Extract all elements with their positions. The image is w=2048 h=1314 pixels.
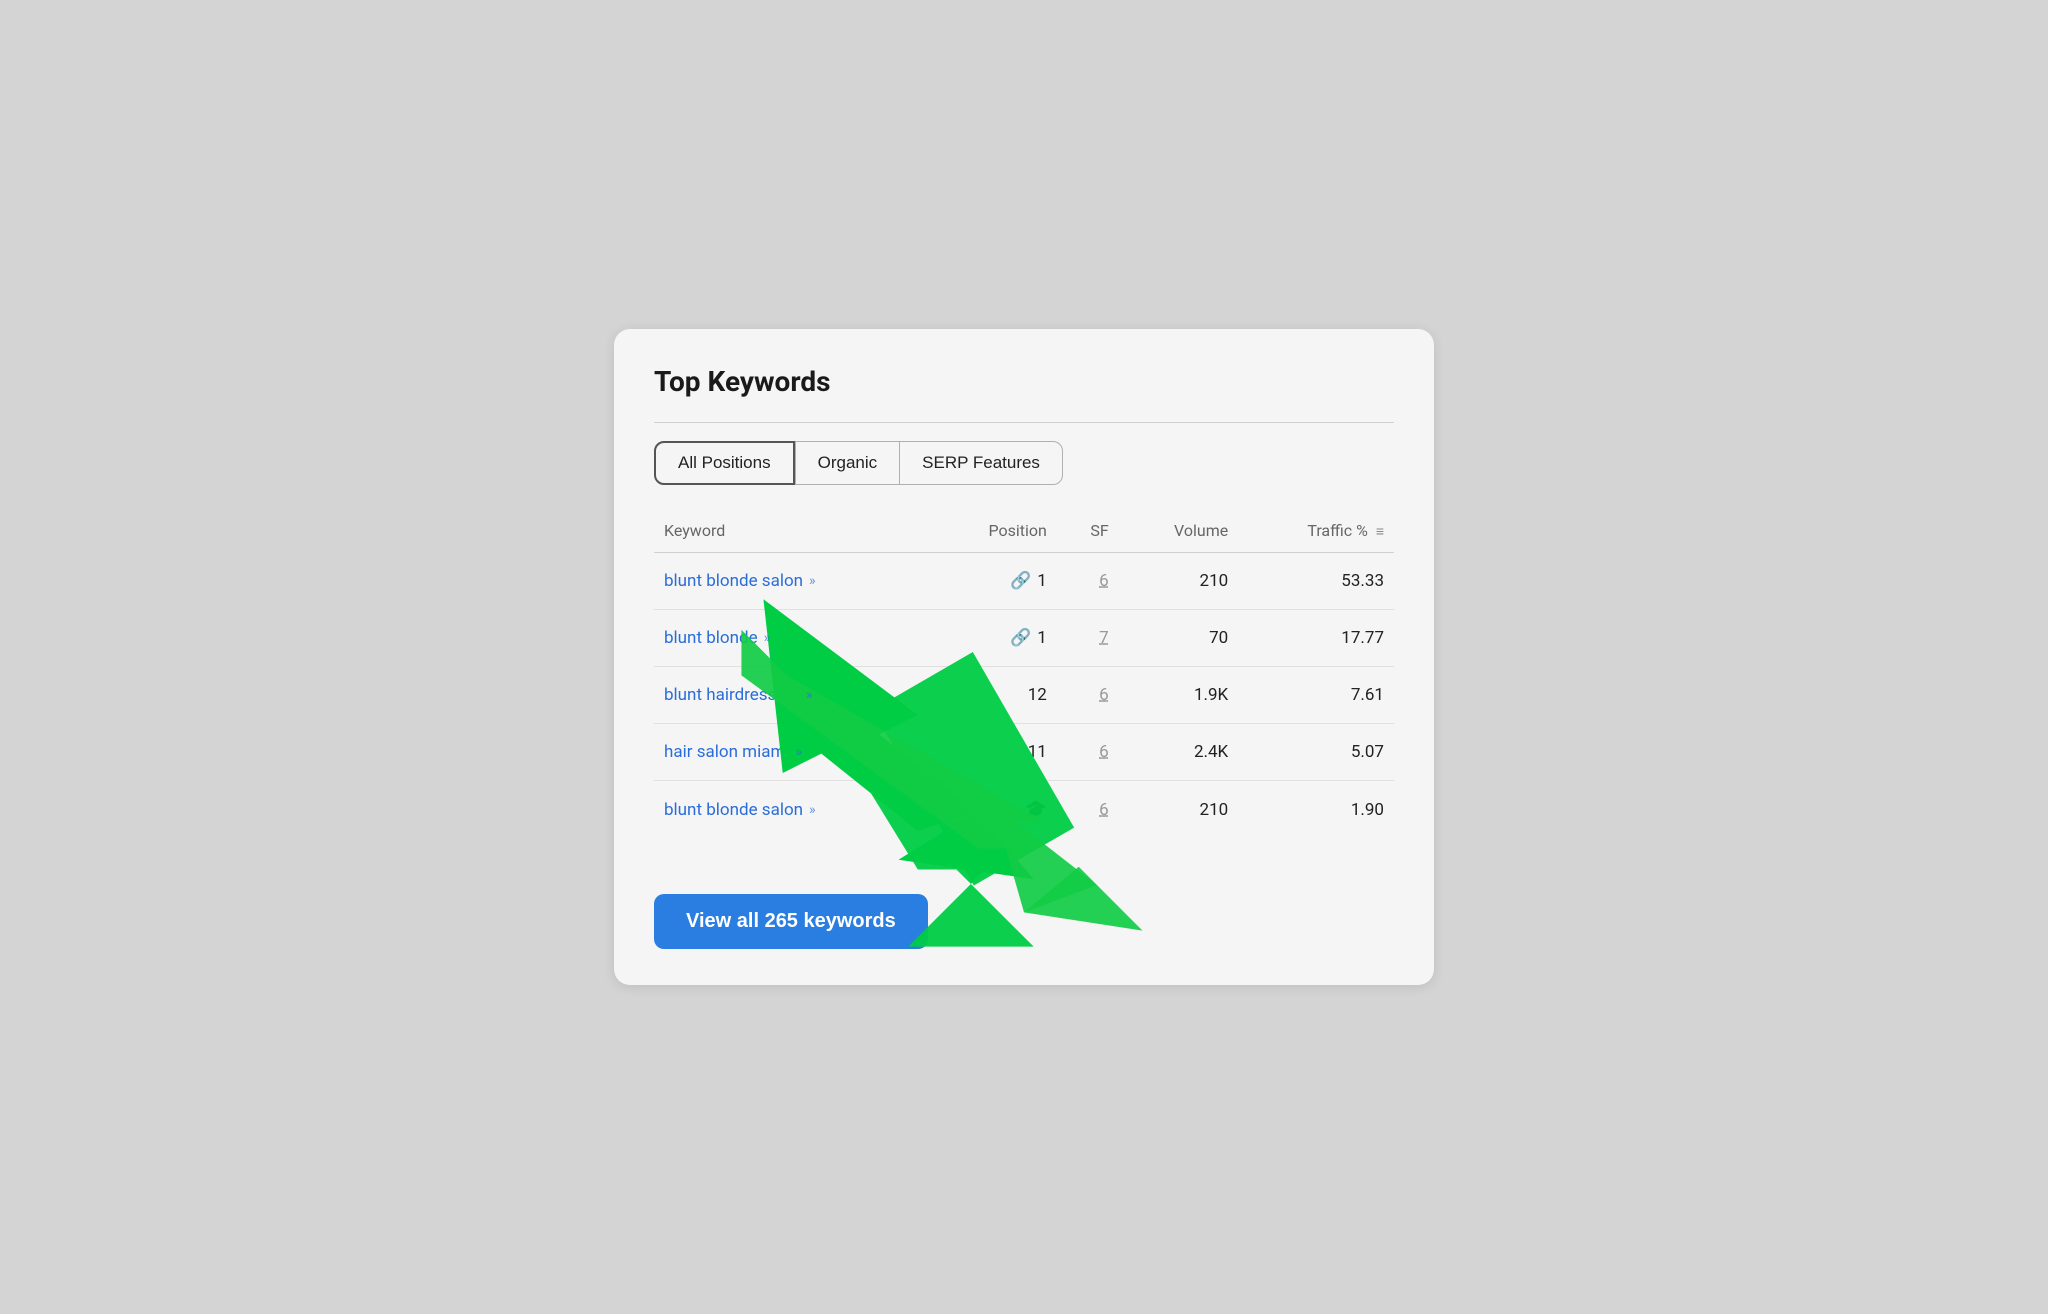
- volume-cell: 70: [1119, 610, 1239, 667]
- keyword-cell: hair salon miami »: [654, 724, 931, 781]
- table-row: blunt blonde salon » 🔗 1 6 210 53.33: [654, 553, 1394, 610]
- tab-all-positions[interactable]: All Positions: [654, 441, 795, 485]
- graduation-cap-icon: 🎓: [1024, 799, 1046, 820]
- traffic-cell: 53.33: [1238, 553, 1394, 610]
- position-cell: 12: [931, 667, 1057, 724]
- table-row: blunt hairdressers » 12 6 1.9K 7.61: [654, 667, 1394, 724]
- link-icon: 🔗: [1010, 571, 1031, 591]
- sf-cell: 6: [1057, 781, 1119, 839]
- col-header-keyword: Keyword: [654, 513, 931, 553]
- keywords-table: Keyword Position SF Volume Traffic % ≡ b…: [654, 513, 1394, 838]
- keyword-cell: blunt blonde salon »: [654, 553, 931, 610]
- chevron-icon: »: [809, 802, 816, 818]
- filter-icon[interactable]: ≡: [1376, 523, 1384, 540]
- traffic-cell: 17.77: [1238, 610, 1394, 667]
- header-divider: [654, 422, 1394, 423]
- table-row: blunt blonde salon » 🎓 6 210 1.90: [654, 781, 1394, 839]
- view-all-keywords-button[interactable]: View all 265 keywords: [654, 894, 928, 949]
- chevron-icon: »: [764, 630, 771, 646]
- sf-cell: 6: [1057, 553, 1119, 610]
- position-cell: 11: [931, 724, 1057, 781]
- chevron-icon: »: [806, 687, 813, 703]
- position-cell: 🎓: [931, 781, 1057, 839]
- volume-cell: 210: [1119, 781, 1239, 839]
- traffic-cell: 5.07: [1238, 724, 1394, 781]
- volume-cell: 1.9K: [1119, 667, 1239, 724]
- link-icon: 🔗: [1010, 628, 1031, 648]
- col-header-position: Position: [931, 513, 1057, 553]
- tab-serp-features[interactable]: SERP Features: [899, 441, 1063, 485]
- position-cell: 🔗 1: [931, 610, 1057, 667]
- position-cell: 🔗 1: [931, 553, 1057, 610]
- sf-cell: 6: [1057, 667, 1119, 724]
- traffic-cell: 1.90: [1238, 781, 1394, 839]
- sf-cell: 6: [1057, 724, 1119, 781]
- keyword-cell: blunt blonde »: [654, 610, 931, 667]
- col-header-traffic: Traffic % ≡: [1238, 513, 1394, 553]
- chevron-icon: »: [796, 744, 803, 760]
- table-row: hair salon miami » 11 6 2.4K 5.07: [654, 724, 1394, 781]
- view-button-container: View all 265 keywords: [654, 866, 1394, 949]
- tab-organic[interactable]: Organic: [795, 441, 900, 485]
- top-keywords-card: Top Keywords All Positions Organic SERP …: [614, 329, 1434, 985]
- chevron-icon: »: [809, 573, 816, 589]
- col-header-volume: Volume: [1119, 513, 1239, 553]
- traffic-cell: 7.61: [1238, 667, 1394, 724]
- sf-cell: 7: [1057, 610, 1119, 667]
- keyword-cell: blunt blonde salon »: [654, 781, 931, 839]
- card-title: Top Keywords: [654, 365, 1394, 398]
- table-row: blunt blonde » 🔗 1 7 70 17.77: [654, 610, 1394, 667]
- volume-cell: 2.4K: [1119, 724, 1239, 781]
- keyword-cell: blunt hairdressers »: [654, 667, 931, 724]
- volume-cell: 210: [1119, 553, 1239, 610]
- col-header-sf: SF: [1057, 513, 1119, 553]
- tabs-container: All Positions Organic SERP Features: [654, 441, 1394, 485]
